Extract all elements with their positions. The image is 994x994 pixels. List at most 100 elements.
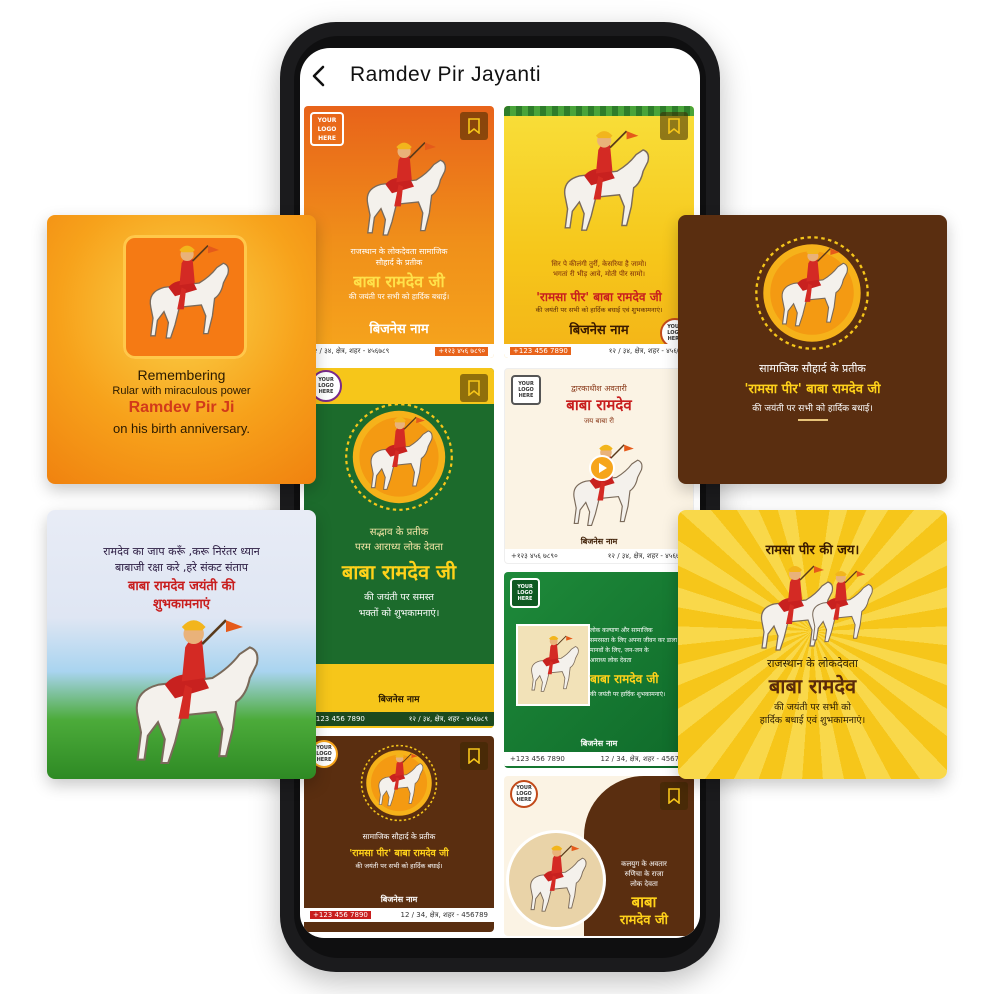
ornament-divider <box>798 419 828 421</box>
tile-name: बाबा रामदेव <box>566 396 632 414</box>
card-text-line: की जयंती पर सभी को <box>774 702 851 713</box>
floating-card-english[interactable]: Remembering Rular with miraculous power … <box>47 215 316 484</box>
template-tile-3[interactable]: YOUR LOGO HERE सद्भाव के प्रतीक परम आराध… <box>304 368 494 728</box>
bookmark-button[interactable] <box>660 782 688 810</box>
phone-text: +123 456 7890 <box>310 715 365 723</box>
rider-illustration <box>520 632 586 698</box>
logo-text: YOUR LOGO HERE <box>318 377 334 395</box>
tile-text-line: भगतां री भीड़ आवे, मोती पीर सामो। <box>552 270 646 278</box>
app-screen: Ramdev Pir Jayanti YOUR LOGO HERE राजस्थ… <box>300 48 700 938</box>
tile-text-line: मानवों के लिए, जन-जन के <box>590 647 649 654</box>
logo-placeholder: YOUR LOGO HERE <box>510 780 538 808</box>
bookmark-icon <box>668 788 680 804</box>
card-text-line: Rular with miraculous power <box>112 385 251 397</box>
rider-illustration <box>557 439 653 535</box>
play-icon <box>599 463 607 473</box>
tile-wish: भक्तों को शुभकामनाएं। <box>358 608 440 619</box>
logo-text: YOUR LOGO HERE <box>516 785 532 803</box>
logo-text: YOUR LOGO HERE <box>317 116 337 142</box>
tile-text-line: परम आराध्य लोक देवता <box>355 542 443 553</box>
rider-illustration <box>544 124 662 242</box>
card-title: बाबा रामदेव <box>768 674 857 698</box>
rider-illustration <box>766 243 858 335</box>
play-button[interactable] <box>589 455 615 481</box>
template-tile-5[interactable]: YOUR LOGO HERE लोक कल्याण और सामाजिक समर… <box>504 572 694 768</box>
tile-text-line: लोक कल्याण और सामाजिक <box>590 627 653 634</box>
tile-name: रामदेव जी <box>619 913 669 928</box>
floating-card-landscape[interactable]: रामदेव का जाप करूँ ,करू निरंतर ध्यान बाब… <box>47 510 316 779</box>
tile-text-line: सामाजिक सौहार्द के प्रतीक <box>362 832 436 841</box>
tile-text-line: समरसता के लिए अपना जीवन कर डाला <box>590 637 678 644</box>
tile-wish: की जयंती पर सभी को हार्दिक बधाई। <box>355 862 443 870</box>
card-text-line: सामाजिक सौहार्द के प्रतीक <box>759 362 866 375</box>
tile-footer: +123 456 7890 १२ / ३४, क्षेत्र, शहर - ४५… <box>304 712 494 726</box>
tile-text-line: रुणिचा के राजा <box>624 870 664 878</box>
tile-name: 'रामसा पीर' बाबा रामदेव जी <box>536 290 662 304</box>
template-tile-1[interactable]: YOUR LOGO HERE राजस्थान के लोकदेवता सामा… <box>304 106 494 358</box>
back-arrow-icon[interactable] <box>308 64 332 88</box>
rider-illustration <box>348 136 458 246</box>
floating-card-yellow-rays[interactable]: रामसा पीर की जय। राजस्थान के लोकदेवता बा… <box>678 510 947 779</box>
card-text-line: on his birth anniversary. <box>112 421 251 436</box>
card-title: 'रामसा पीर' बाबा रामदेव जी <box>744 382 881 397</box>
logo-placeholder: YOUR LOGO HERE <box>510 578 540 608</box>
card-text-line: राजस्थान के लोकदेवता <box>767 657 858 670</box>
photo-circle <box>506 830 606 930</box>
tile-name: बाबा रामदेव जी <box>341 560 457 584</box>
address-text: १२ / ३४, क्षेत्र, शहर - ४५६७८९ <box>608 346 688 355</box>
floating-card-brown[interactable]: सामाजिक सौहार्द के प्रतीक 'रामसा पीर' बा… <box>678 215 947 484</box>
bookmark-button[interactable] <box>660 112 688 140</box>
tile-text-line: सद्भाव के प्रतीक <box>369 527 429 538</box>
card-title: रामसा पीर की जय। <box>765 543 860 558</box>
template-tile-6[interactable]: YOUR LOGO HERE सामाजिक सौहार्द के प्रतीक… <box>304 736 494 932</box>
business-name: बिजनेस नाम <box>580 537 618 546</box>
tile-footer: +123 456 7890 12 / 34, क्षेत्र, शहर - 45… <box>504 752 694 766</box>
phone-text: +१२३ ४५६ ७८९० <box>511 551 558 560</box>
bookmark-icon <box>468 118 480 134</box>
address-text: १२ / ३४, क्षेत्र, शहर - ४५६७८९ <box>607 551 687 560</box>
bookmark-icon <box>668 118 680 134</box>
card-text-line: बाबाजी रक्षा करे ,हरे संकट संताप <box>114 561 248 574</box>
business-name: बिजनेस नाम <box>380 895 418 904</box>
business-name: बिजनेस नाम <box>378 695 420 705</box>
tile-wish: की जयंती पर सभी को हार्दिक बधाई एवं शुभक… <box>535 306 663 314</box>
phone-text: +123 456 7890 <box>310 911 371 919</box>
phone-text: +१२३ ४५६ ७८९० <box>435 346 488 356</box>
bookmark-icon <box>468 380 480 396</box>
rider-illustration <box>368 750 430 812</box>
tile-footer: १२ / ३४, क्षेत्र, शहर - ४५६७८९ +१२३ ४५६ … <box>304 344 494 358</box>
bookmark-button[interactable] <box>460 742 488 770</box>
bookmark-button[interactable] <box>460 374 488 402</box>
card-text-line: Remembering <box>137 367 226 383</box>
address-text: 12 / 34, क्षेत्र, शहर - 456789 <box>400 910 488 919</box>
rider-illustration <box>131 239 241 349</box>
bookmark-button[interactable] <box>460 112 488 140</box>
page-title: Ramdev Pir Jayanti <box>350 63 542 86</box>
address-text: 12 / 34, क्षेत्र, शहर - 456789 <box>600 754 688 763</box>
business-name: बिजनेस नाम <box>369 322 429 337</box>
tile-text-line: कलयुग के अवतार <box>621 860 667 868</box>
tile-footer: +१२३ ४५६ ७८९० १२ / ३४, क्षेत्र, शहर - ४५… <box>505 549 693 563</box>
app-header: Ramdev Pir Jayanti <box>300 48 700 104</box>
card-photo-frame <box>123 235 247 359</box>
rider-illustration <box>517 841 595 919</box>
tile-text-line: लोक देवता <box>630 880 658 888</box>
rider-illustration <box>356 412 442 498</box>
phone-text: +123 456 7890 <box>510 755 565 763</box>
photo-frame <box>516 624 590 706</box>
tile-text-line: आराध्य लोक देवता <box>590 657 632 664</box>
rider-illustration <box>107 610 277 779</box>
template-tile-7[interactable]: YOUR LOGO HERE कलयुग के अवतार रुणिचा के … <box>504 776 694 936</box>
phone-text: +123 456 7890 <box>510 347 571 355</box>
template-tile-2[interactable]: सिर पे कीलंगी तुर्री, केसरिया है जामो। भ… <box>504 106 694 358</box>
tile-wish: की जयंती पर सभी को हार्दिक बधाई। <box>348 292 450 301</box>
tile-footer: +123 456 7890 १२ / ३४, क्षेत्र, शहर - ४५… <box>504 344 694 358</box>
address-text: १२ / ३४, क्षेत्र, शहर - ४५६७८९ <box>408 714 488 723</box>
tile-footer: +123 456 7890 12 / 34, क्षेत्र, शहर - 45… <box>304 908 494 922</box>
logo-text: YOUR LOGO HERE <box>517 584 533 602</box>
rider-illustration <box>798 566 882 650</box>
bookmark-icon <box>468 748 480 764</box>
tile-wish: की जयंती पर समस्त <box>364 592 434 603</box>
template-tile-4[interactable]: YOUR LOGO HERE द्वारकाधीश अवतारी बाबा रा… <box>504 368 694 564</box>
logo-placeholder: YOUR LOGO HERE <box>310 112 344 146</box>
